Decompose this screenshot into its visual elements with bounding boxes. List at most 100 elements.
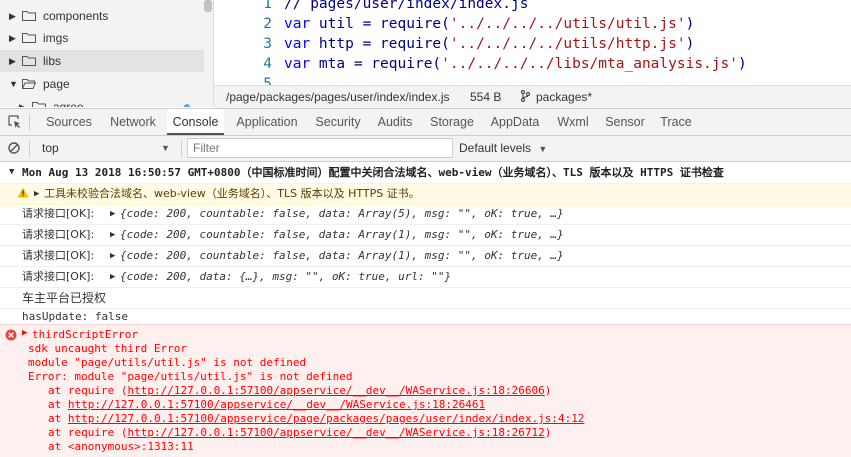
log-text: 车主平台已授权 (22, 291, 107, 305)
code-text: ) (685, 36, 695, 52)
stack-text: at require ( (48, 384, 128, 397)
file-path: /page/packages/pages/user/index/index.js (226, 90, 450, 104)
file-size: 554 B (470, 90, 502, 104)
chevron-right-icon[interactable]: ▶ (110, 204, 115, 224)
chevron-right-icon[interactable]: ▶ (110, 225, 115, 245)
stack-link[interactable]: http://127.0.0.1:57100/appservice/__dev_… (127, 426, 544, 439)
chevron-right-icon[interactable]: ▶ (19, 96, 26, 107)
chevron-down-icon[interactable]: ▼ (9, 162, 14, 183)
tab-security[interactable]: Security (310, 109, 366, 135)
tree-item-label: page (43, 77, 70, 91)
code-line: var http = require('../../../../utils/ht… (284, 36, 694, 52)
toolbar-divider (29, 114, 30, 130)
error-title[interactable]: thirdScriptError (32, 328, 138, 341)
tree-scrollbar[interactable] (204, 0, 212, 12)
code-text: mta = require( (310, 56, 442, 72)
chevron-right-icon[interactable]: ▶ (110, 246, 115, 266)
stack-link[interactable]: http://127.0.0.1:57100/appservice/__dev_… (68, 398, 485, 411)
console-log-row: 请求接口[OK]: ▶ {code: 200, countable: false… (0, 246, 851, 267)
folder-icon (22, 33, 36, 43)
clear-console-icon[interactable] (8, 142, 20, 154)
tree-item-label: agree (53, 100, 84, 107)
toolbar-divider (181, 140, 182, 157)
console-log-row: 车主平台已授权 (0, 288, 851, 309)
modified-dot-icon (184, 104, 190, 107)
tree-item-page[interactable]: ▼ page (0, 73, 204, 95)
dropdown-arrow-icon: ▼ (538, 144, 548, 154)
folder-icon (32, 102, 46, 107)
tab-network[interactable]: Network (104, 109, 162, 135)
console-log-row: 请求接口[OK]: ▶ {code: 200, countable: false… (0, 204, 851, 225)
filter-input[interactable] (187, 138, 453, 158)
editor-status-bar: /page/packages/pages/user/index/index.js… (214, 85, 851, 108)
code-keyword: var (284, 16, 311, 32)
log-level-selector[interactable]: Default levels ▼ (459, 138, 589, 158)
tree-item-components[interactable]: ▶ components (0, 5, 204, 27)
toolbar-divider (29, 140, 30, 157)
tree-item-label: components (43, 9, 109, 23)
code-line: // pages/user/index/index.js (284, 0, 529, 12)
stack-frame: at http://127.0.0.1:57100/appservice/pag… (48, 412, 584, 425)
log-level-value: Default levels (459, 141, 532, 155)
stack-text: at (48, 398, 68, 411)
chevron-right-icon[interactable]: ▶ (22, 328, 27, 338)
context-selector[interactable]: top ▼ (36, 138, 176, 158)
code-text: ) (737, 56, 747, 72)
stack-frame: at require (http://127.0.0.1:57100/appse… (48, 426, 551, 439)
chevron-right-icon[interactable]: ▶ (9, 5, 16, 27)
folder-icon (22, 11, 36, 21)
tree-item-imgs[interactable]: ▶ imgs (0, 27, 204, 49)
tree-item-agree[interactable]: ▶ agree (10, 96, 204, 107)
console-output: ▼ Mon Aug 13 2018 16:50:57 GMT+0800（中国标准… (0, 162, 851, 457)
dropdown-arrow-icon: ▼ (161, 143, 170, 153)
tab-sources[interactable]: Sources (40, 109, 98, 135)
branch-name[interactable]: packages* (536, 86, 592, 108)
tab-wxml[interactable]: Wxml (551, 109, 595, 135)
stack-frame: at require (http://127.0.0.1:57100/appse… (48, 384, 551, 397)
chevron-right-icon[interactable]: ▶ (110, 267, 115, 287)
inspect-element-icon[interactable] (8, 115, 22, 129)
tab-application[interactable]: Application (229, 109, 305, 135)
log-object[interactable]: {code: 200, countable: false, data: Arra… (120, 204, 564, 224)
stack-text: at <anonymous>:1313:11 (48, 440, 194, 453)
chevron-right-icon[interactable]: ▶ (9, 50, 16, 72)
error-line: sdk uncaught third Error (28, 342, 187, 355)
log-object[interactable]: {code: 200, countable: false, data: Arra… (120, 225, 564, 245)
tab-sensor[interactable]: Sensor (601, 109, 649, 135)
context-value: top (42, 141, 59, 155)
warning-text: 工具未校验合法域名、web-view（业务域名）、TLS 版本以及 HTTPS … (44, 187, 420, 200)
code-keyword: var (284, 56, 311, 72)
stack-text: ) (544, 384, 552, 397)
code-editor[interactable]: 1 // pages/user/index/index.js 2 var uti… (214, 0, 851, 85)
chevron-right-icon[interactable]: ▶ (9, 27, 16, 49)
tab-audits[interactable]: Audits (372, 109, 418, 135)
code-line: var util = require('../../../../utils/ut… (284, 16, 694, 32)
line-number: 2 (263, 16, 272, 32)
tab-trace[interactable]: Trace (655, 109, 697, 135)
log-prefix: 请求接口[OK]: (22, 207, 95, 220)
chevron-down-icon[interactable]: ▼ (9, 73, 18, 95)
log-prefix: 请求接口[OK]: (22, 228, 95, 241)
log-object[interactable]: {code: 200, countable: false, data: Arra… (120, 246, 564, 266)
stack-link[interactable]: http://127.0.0.1:57100/appservice/__dev_… (127, 384, 544, 397)
line-number: 3 (263, 36, 272, 52)
tree-item-libs[interactable]: ▶ libs (0, 50, 204, 72)
console-warning: ▶ 工具未校验合法域名、web-view（业务域名）、TLS 版本以及 HTTP… (0, 183, 851, 205)
console-log-row: 请求接口[OK]: ▶ {code: 200, countable: false… (0, 225, 851, 246)
tree-item-label: libs (43, 54, 62, 68)
code-line: var mta = require('../../../../libs/mta_… (284, 56, 747, 72)
tab-storage[interactable]: Storage (424, 109, 480, 135)
code-text: util = require( (310, 16, 450, 32)
line-number: 1 (263, 0, 272, 12)
code-text: ) (685, 16, 695, 32)
console-group-header[interactable]: ▼ Mon Aug 13 2018 16:50:57 GMT+0800（中国标准… (0, 162, 851, 184)
tab-appdata[interactable]: AppData (486, 109, 544, 135)
stack-link[interactable]: http://127.0.0.1:57100/appservice/page/p… (68, 412, 585, 425)
line-number: 5 (263, 76, 272, 85)
line-number: 4 (263, 56, 272, 72)
chevron-right-icon[interactable]: ▶ (34, 184, 39, 204)
log-object[interactable]: {code: 200, data: {…}, msg: "", oK: true… (120, 267, 451, 287)
stack-text: ) (544, 426, 552, 439)
tab-console[interactable]: Console (167, 109, 224, 135)
folder-icon (22, 56, 36, 66)
